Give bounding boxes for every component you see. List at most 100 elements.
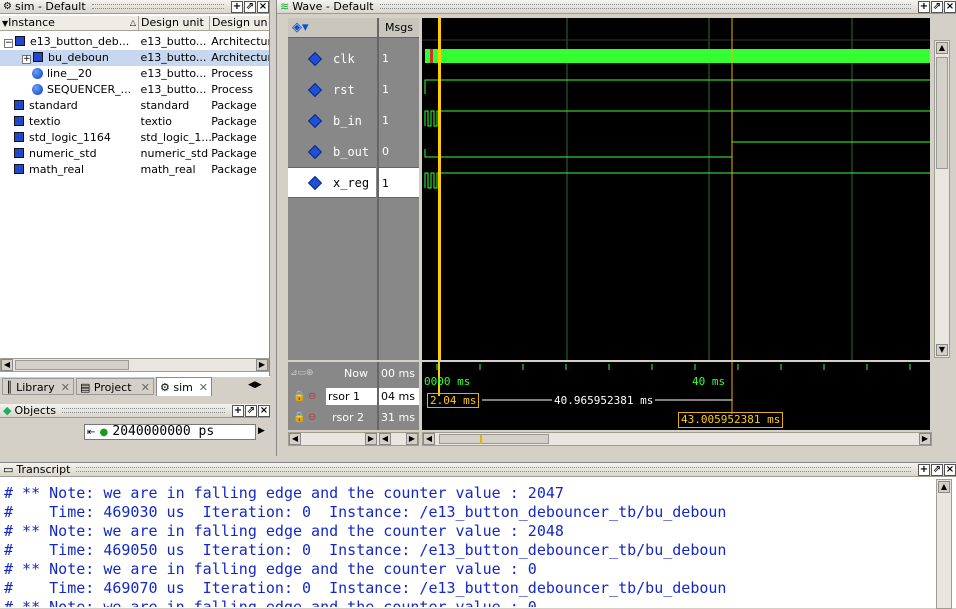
close-icon[interactable]: × [258, 404, 270, 417]
expand-toggle-icon[interactable]: + [22, 55, 31, 64]
wave-vscrollbar[interactable]: ▲ ▼ [934, 40, 950, 358]
add-icon[interactable]: + [918, 463, 930, 476]
sim-panel-titlebar[interactable]: ⚙ sim - Default + ⇗ × [0, 0, 269, 14]
tab-close-icon[interactable]: ✕ [141, 381, 150, 394]
clk-marker [430, 49, 433, 63]
tab-close-icon[interactable]: ✕ [199, 381, 208, 394]
cursor1-label[interactable]: rsor 1 [326, 388, 377, 405]
transcript-vscrollbar[interactable]: ▲ [936, 479, 952, 609]
scroll-right-icon[interactable]: ▶ [919, 433, 931, 445]
tab-close-icon[interactable]: ✕ [61, 381, 70, 394]
close-icon[interactable]: × [944, 0, 956, 13]
signal-row-b-out[interactable]: b_out [288, 136, 376, 167]
signal-row-b-in[interactable]: b_in [288, 105, 376, 136]
table-row[interactable]: SEQUENCER_... e13_butto... Process [0, 82, 269, 98]
scroll-down-icon[interactable]: ▼ [936, 344, 948, 356]
scroll-thumb[interactable] [15, 360, 129, 370]
signal-row-x-reg[interactable]: x_reg [288, 167, 376, 198]
objects-icon: ◆ [3, 404, 12, 417]
add-icon[interactable]: + [232, 404, 244, 417]
table-row[interactable]: std_logic_1164 std_logic_1... Package [0, 130, 269, 146]
wave-add-icon[interactable]: ◈▾ [292, 20, 309, 35]
lock-icon[interactable]: 🔒 [293, 391, 305, 402]
table-row[interactable]: math_real math_real Package [0, 162, 269, 178]
tab-scroll-icon[interactable]: ◀▶ [248, 380, 262, 390]
timeline-svg[interactable] [422, 362, 930, 430]
scroll-left-icon[interactable]: ◀ [289, 433, 301, 445]
package-icon [14, 100, 24, 110]
close-icon[interactable]: × [257, 0, 269, 13]
drag-grip[interactable] [91, 4, 224, 9]
signal-row-clk[interactable]: clk [288, 43, 376, 74]
timeline-area[interactable]: 0000 ms 40 ms 2.04 ms 40.965952381 ms 43… [422, 362, 930, 430]
step-icon: ⇤ [87, 427, 96, 438]
undock-icon[interactable]: ⇗ [244, 0, 256, 13]
instance-name: numeric_std [29, 147, 97, 160]
transcript-titlebar[interactable]: ▭ Transcript + ⇗ × [0, 463, 956, 477]
lock-icon[interactable]: 🔒 [293, 412, 305, 423]
transcript-panel: ▭ Transcript + ⇗ × # ** Note: we are in … [0, 462, 956, 609]
x-reg-wave [424, 172, 930, 189]
waveform-svg[interactable] [422, 18, 930, 360]
scroll-up-icon[interactable]: ▲ [938, 481, 950, 493]
scroll-thumb[interactable] [936, 57, 948, 169]
design-unit: e13_butto... [140, 83, 207, 96]
sim-hscrollbar[interactable]: ◀ ▶ [0, 358, 269, 372]
cursor-marker [480, 435, 482, 444]
design-type: Package [211, 99, 257, 112]
scroll-left-icon[interactable]: ◀ [379, 433, 391, 445]
transcript-output[interactable]: # ** Note: we are in falling edge and th… [0, 477, 930, 607]
signal-toolbar: ◈▾ [288, 18, 377, 38]
cursor2-time[interactable]: 43.005952381 ms [678, 412, 784, 428]
table-row[interactable]: textio textio Package [0, 114, 269, 130]
table-row[interactable]: standard standard Package [0, 98, 269, 114]
drag-grip[interactable] [76, 467, 911, 472]
design-unit: numeric_std [140, 147, 209, 160]
scroll-right-icon[interactable]: ▶ [365, 433, 377, 445]
delete-cursor-icon[interactable]: ⊖ [308, 412, 316, 423]
time-field[interactable]: ⇤ ● 2040000000 ps [84, 424, 256, 440]
add-icon[interactable]: + [231, 0, 243, 13]
library-icon: ║ [6, 381, 13, 394]
clk-wave [425, 49, 930, 63]
signal-row-rst[interactable]: rst [288, 74, 376, 105]
names-hscrollbar[interactable]: ◀ ▶ ◀ ▶ [288, 432, 419, 446]
col-instance[interactable]: ▼Instance △ [0, 16, 139, 30]
cursor-tools-icon[interactable]: ⊿▭⊕ [290, 368, 314, 378]
scroll-right-icon[interactable]: ▶ [256, 359, 268, 371]
wave-hscrollbar[interactable]: ◀ ▶ [422, 432, 932, 446]
expand-toggle-icon[interactable]: − [4, 39, 13, 48]
time-spin-icon[interactable]: ▶ [258, 426, 265, 436]
scroll-right-icon[interactable]: ▶ [406, 433, 418, 445]
table-row[interactable]: numeric_std numeric_std Package [0, 146, 269, 162]
table-row[interactable]: line__20 e13_butto... Process [0, 66, 269, 82]
package-icon [14, 148, 24, 158]
col-design-type[interactable]: Design unit [210, 16, 268, 30]
drag-grip[interactable] [62, 408, 225, 413]
signal-value: 1 [382, 83, 389, 96]
scroll-thumb[interactable] [439, 434, 549, 444]
cursor1-time[interactable]: 2.04 ms [427, 393, 480, 408]
signal-value: 0 [382, 145, 389, 158]
undock-icon[interactable]: ⇗ [931, 0, 943, 13]
design-type: Package [211, 163, 257, 176]
drag-grip[interactable] [379, 4, 911, 9]
col-design-unit[interactable]: Design unit [139, 16, 210, 30]
waveform-area[interactable] [422, 18, 930, 360]
tab-library[interactable]: ║ Library ✕ [2, 378, 74, 395]
scroll-left-icon[interactable]: ◀ [423, 433, 435, 445]
cursor2-label[interactable]: rsor 2 [332, 411, 364, 424]
wave-titlebar[interactable]: ≋ Wave - Default + ⇗ × [277, 0, 956, 14]
table-row[interactable]: − e13_button_deb... e13_butto... Architectu… [0, 34, 269, 50]
scroll-left-icon[interactable]: ◀ [1, 359, 13, 371]
tab-sim[interactable]: ⚙ sim ✕ [156, 377, 212, 396]
undock-icon[interactable]: ⇗ [245, 404, 257, 417]
close-icon[interactable]: × [944, 463, 956, 476]
objects-titlebar[interactable]: ◆ Objects + ⇗ × [0, 404, 270, 418]
scroll-up-icon[interactable]: ▲ [936, 42, 948, 54]
undock-icon[interactable]: ⇗ [931, 463, 943, 476]
table-row[interactable]: + bu_deboun e13_butto... Architectur [0, 50, 269, 66]
add-icon[interactable]: + [918, 0, 930, 13]
delete-cursor-icon[interactable]: ⊖ [308, 391, 316, 402]
tab-project[interactable]: ▤ Project ✕ [76, 378, 154, 395]
